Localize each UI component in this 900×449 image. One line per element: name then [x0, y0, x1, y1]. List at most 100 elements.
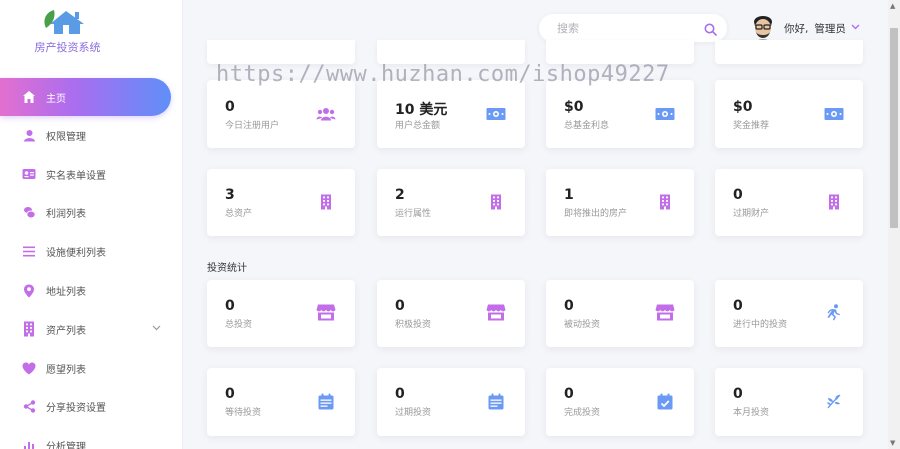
stat-value: 0: [564, 298, 574, 314]
stat-value: 10 美元: [395, 102, 448, 118]
sidebar-item-label: 主页: [46, 93, 66, 105]
money-icon: [485, 103, 507, 125]
stat-card[interactable]: 0 被动投资: [546, 280, 694, 347]
store-icon: [485, 301, 507, 323]
user-name[interactable]: 管理员: [814, 21, 846, 36]
building-icon: [654, 191, 676, 213]
share-icon: [22, 400, 36, 414]
stat-card[interactable]: 2 运行属性: [377, 169, 525, 236]
stat-card[interactable]: 0 总投资: [207, 280, 355, 347]
scrollbar[interactable]: ▲ ▼: [888, 0, 900, 449]
stat-value: 1: [564, 187, 574, 203]
stat-card[interactable]: $0 总基金利息: [546, 80, 694, 148]
partial-card: [715, 40, 863, 64]
stat-value: 0: [733, 298, 743, 314]
heart-icon: [22, 361, 36, 375]
stat-value: 0: [395, 386, 405, 402]
stat-card[interactable]: 0 等待投资: [207, 368, 355, 436]
stat-label: 进行中的投资: [733, 320, 788, 330]
sidebar-item-10[interactable]: 分析管理: [0, 426, 182, 449]
stat-label: 本月投资: [733, 408, 770, 418]
list-icon: [22, 245, 36, 259]
stat-card[interactable]: 0 今日注册用户: [207, 80, 355, 148]
map-pin-icon: [22, 284, 36, 298]
stat-card[interactable]: 0 积极投资: [377, 280, 525, 347]
sidebar-item-label: 设施便利列表: [46, 248, 106, 260]
sidebar-item-4[interactable]: 利润列表: [0, 194, 182, 233]
stat-label: 总投资: [225, 320, 253, 330]
money-icon: [654, 103, 676, 125]
stat-label: 用户总金额: [395, 121, 441, 131]
search-box: [539, 14, 727, 42]
sidebar-item-7[interactable]: 资产列表: [0, 310, 182, 349]
house-logo-icon: [44, 10, 84, 34]
sidebar-item-8[interactable]: 愿望列表: [0, 349, 182, 388]
stat-label: 即将推出的房产: [564, 209, 628, 219]
stat-card[interactable]: 0 完成投资: [546, 368, 694, 436]
building-icon: [315, 191, 337, 213]
sidebar-menu: 主页权限管理实名表单设置 利润列表设施便利列表 地址列表资产列表愿望列表分享投资设置…: [0, 78, 182, 449]
scrollbar-thumb[interactable]: [890, 28, 898, 228]
stat-card[interactable]: 0 过期财产: [715, 169, 863, 236]
sidebar-item-2[interactable]: 权限管理: [0, 116, 182, 155]
stat-value: 0: [225, 298, 235, 314]
stat-card[interactable]: $0 奖金推荐: [715, 80, 863, 148]
stat-label: 完成投资: [564, 408, 601, 418]
stat-value: $0: [564, 99, 584, 115]
sidebar-item-1[interactable]: 主页: [0, 78, 171, 116]
stat-value: 3: [225, 187, 235, 203]
leaf-icon: [823, 390, 845, 412]
stat-label: 过期财产: [733, 209, 770, 219]
stat-card[interactable]: 1 即将推出的房产: [546, 169, 694, 236]
calendar-check-icon: [654, 390, 676, 412]
calendar-icon: [485, 390, 507, 412]
search-icon[interactable]: [704, 21, 717, 40]
user-greeting: 你好,: [784, 22, 809, 35]
scroll-up-arrow-icon[interactable]: ▲: [890, 2, 895, 10]
stat-value: $0: [733, 99, 753, 115]
section-title-investment: 投资统计: [207, 263, 247, 274]
running-icon: [823, 301, 845, 323]
sidebar-item-9[interactable]: 分享投资设置: [0, 388, 182, 427]
sidebar-item-label: 资产列表: [46, 325, 86, 337]
stat-card[interactable]: 0 本月投资: [715, 368, 863, 436]
money-icon: [823, 103, 845, 125]
stat-value: 0: [395, 298, 405, 314]
chevron-down-icon[interactable]: [152, 323, 161, 334]
users-icon: [315, 103, 337, 125]
app-logo[interactable]: 房产投资系统: [0, 6, 182, 60]
search-input[interactable]: [539, 14, 699, 42]
sidebar-item-5[interactable]: 设施便利列表: [0, 232, 182, 271]
partial-card: [377, 40, 525, 64]
stat-card[interactable]: 0 过期投资: [377, 368, 525, 436]
stat-label: 等待投资: [225, 408, 262, 418]
stat-label: 过期投资: [395, 408, 432, 418]
sidebar: 房产投资系统 主页权限管理实名表单设置 利润列表设施便利列表 地址列表资产列表愿望列…: [0, 0, 183, 449]
stat-card[interactable]: 0 进行中的投资: [715, 280, 863, 347]
stat-value: 2: [395, 187, 405, 203]
stat-card[interactable]: 3 总资产: [207, 169, 355, 236]
chevron-down-icon[interactable]: [851, 23, 860, 33]
partial-card: [546, 40, 694, 64]
scroll-down-arrow-icon[interactable]: ▼: [890, 439, 895, 447]
sidebar-item-3[interactable]: 实名表单设置: [0, 155, 182, 194]
id-card-icon: [22, 167, 36, 181]
sidebar-item-label: 实名表单设置: [46, 170, 106, 182]
sidebar-item-label: 权限管理: [46, 131, 86, 143]
building-icon: [22, 321, 36, 337]
sidebar-item-label: 分享投资设置: [46, 403, 106, 415]
sidebar-item-label: 愿望列表: [46, 364, 86, 376]
stat-label: 奖金推荐: [733, 121, 770, 131]
stat-card[interactable]: 10 美元用户总金额: [377, 80, 525, 148]
stat-value: 0: [564, 386, 574, 402]
stat-value: 0: [733, 187, 743, 203]
sidebar-item-6[interactable]: 地址列表: [0, 271, 182, 310]
coins-icon: [22, 206, 36, 220]
building-icon: [485, 191, 507, 213]
sidebar-item-label: 地址列表: [46, 287, 86, 299]
stat-label: 总基金利息: [564, 121, 610, 131]
calendar-icon: [315, 390, 337, 412]
sidebar-item-label: 利润列表: [46, 209, 86, 221]
app-title: 房产投资系统: [34, 41, 101, 54]
stat-value: 0: [733, 386, 743, 402]
